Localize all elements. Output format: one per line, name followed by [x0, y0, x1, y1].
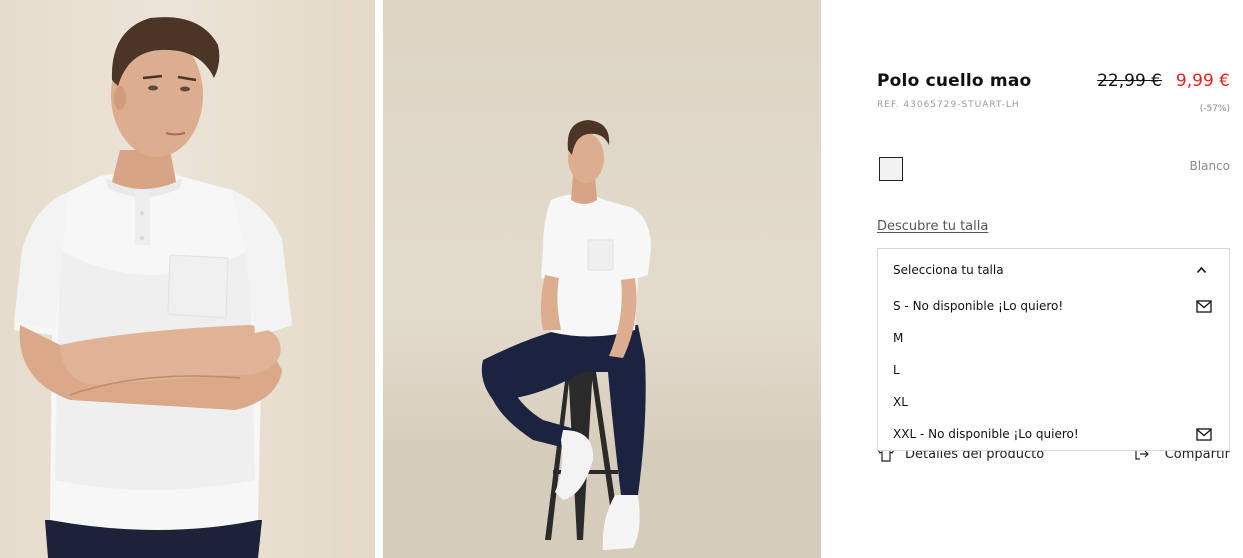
size-option-m[interactable]: M: [878, 325, 1229, 353]
size-option-label: L: [893, 363, 900, 377]
product-title: Polo cuello mao: [877, 71, 1032, 91]
color-swatch-white[interactable]: [879, 157, 903, 181]
chevron-up-icon[interactable]: [1196, 266, 1207, 274]
size-guide-link[interactable]: Descubre tu talla: [877, 219, 988, 234]
size-option-xl[interactable]: XL: [878, 389, 1229, 417]
product-photo-seated[interactable]: [383, 0, 821, 558]
size-option-l[interactable]: L: [878, 357, 1229, 385]
sale-price: 9,99 €: [1175, 71, 1230, 91]
size-option-label: XL: [893, 395, 908, 409]
size-option-s[interactable]: S - No disponible ¡Lo quiero!: [878, 293, 1229, 321]
mail-icon[interactable]: [1196, 428, 1212, 441]
size-option-label: S - No disponible ¡Lo quiero!: [893, 299, 1064, 313]
size-select-dropdown[interactable]: Selecciona tu talla S - No disponible ¡L…: [877, 248, 1230, 451]
product-photo-front[interactable]: [0, 0, 375, 558]
size-select-header[interactable]: Selecciona tu talla: [893, 263, 1004, 277]
model-front-illustration: [14, 17, 292, 558]
size-option-xxl[interactable]: XXL - No disponible ¡Lo quiero!: [878, 421, 1229, 449]
size-option-label: M: [893, 331, 904, 345]
product-reference: REF. 43065729-STUART-LH: [877, 100, 1020, 110]
size-option-label: XXL - No disponible ¡Lo quiero!: [893, 427, 1079, 441]
original-price: 22,99 €: [1097, 71, 1162, 91]
mail-icon[interactable]: [1196, 300, 1212, 313]
color-name: Blanco: [1189, 159, 1230, 173]
model-seated-illustration: [383, 120, 821, 558]
discount-badge: (-57%): [1199, 104, 1230, 114]
